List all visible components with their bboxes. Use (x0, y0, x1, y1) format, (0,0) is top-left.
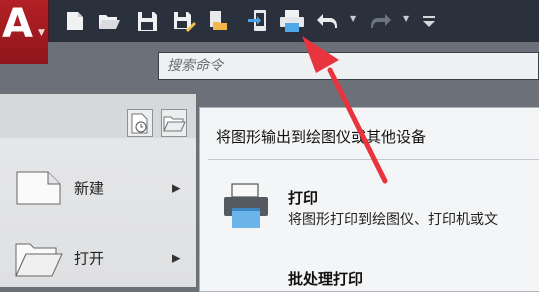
menu-item-open[interactable]: 打开 ▶ (0, 232, 196, 284)
search-input[interactable] (159, 53, 538, 79)
menu-item-label: 打开 (74, 249, 105, 268)
menu-item-label: 新建 (74, 179, 105, 198)
undo-icon (317, 14, 337, 28)
divider (208, 159, 539, 160)
redo-button[interactable] (368, 8, 394, 34)
save-to-web-button[interactable] (245, 8, 271, 34)
undo-dropdown-caret-icon[interactable]: ▼ (350, 14, 356, 23)
redo-icon (371, 14, 391, 28)
open-documents-button[interactable] (161, 109, 187, 137)
print-button[interactable] (278, 8, 306, 34)
menu-item-new[interactable]: 新建 ▶ (0, 162, 196, 214)
redo-dropdown-caret-icon[interactable]: ▼ (403, 14, 409, 23)
recent-documents-icon (131, 113, 148, 134)
save-to-web-icon (248, 10, 266, 31)
open-folder-icon (15, 243, 63, 277)
submenu-arrow-icon: ▶ (172, 251, 181, 265)
open-documents-icon (163, 116, 186, 132)
save-as-button[interactable] (170, 8, 196, 34)
batch-plot-item-title[interactable]: 批处理打印 (288, 268, 363, 289)
print-icon (280, 10, 304, 32)
new-button[interactable] (62, 8, 88, 34)
print-item-description: 将图形打印到绘图仪、打印机或文 (288, 212, 498, 228)
undo-button[interactable] (314, 8, 340, 34)
submenu-arrow-icon: ▶ (172, 181, 181, 195)
recent-documents-button[interactable] (127, 109, 153, 137)
new-document-icon (16, 171, 61, 205)
search-field[interactable] (158, 52, 539, 80)
save-icon (138, 12, 157, 31)
flyout-title: 将图形输出到绘图仪或其他设备 (216, 128, 427, 146)
printer-icon (224, 183, 268, 228)
customize-toolbar-icon (423, 16, 435, 27)
autocad-logo-icon: A (2, 1, 33, 47)
open-button[interactable] (96, 8, 122, 34)
open-icon (99, 15, 120, 29)
print-item-title[interactable]: 打印 (288, 187, 318, 208)
chevron-down-icon: ▼ (38, 28, 45, 38)
save-as-icon (174, 12, 196, 32)
open-from-web-icon (210, 11, 227, 30)
application-menu-button[interactable]: A ▼ (0, 0, 49, 64)
customize-toolbar-button[interactable] (420, 8, 440, 34)
open-from-web-button[interactable] (205, 8, 231, 34)
save-button[interactable] (134, 8, 160, 34)
new-icon (67, 12, 83, 30)
